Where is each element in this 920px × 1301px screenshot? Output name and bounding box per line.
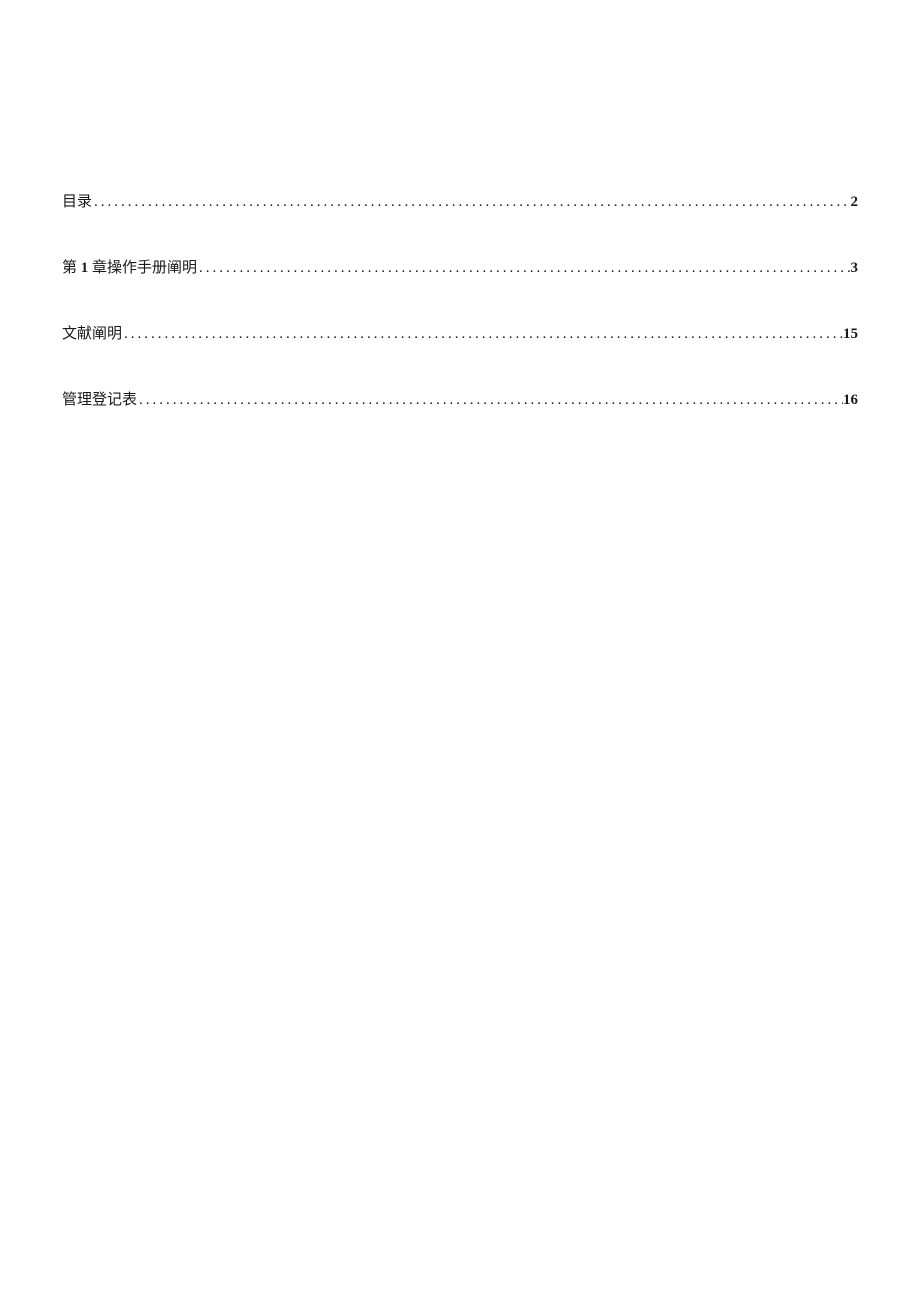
toc-entry: 目录 .....................................…	[62, 190, 858, 214]
document-page: 目录 .....................................…	[0, 0, 920, 412]
toc-title: 第 1 章操作手册阐明	[62, 256, 197, 280]
toc-page-number: 3	[851, 256, 859, 280]
toc-leader: ........................................…	[92, 190, 850, 214]
toc-entry: 管理登记表 ..................................…	[62, 388, 858, 412]
toc-entry: 第 1 章操作手册阐明 ............................…	[62, 256, 858, 280]
table-of-contents: 目录 .....................................…	[62, 190, 858, 412]
toc-page-number: 15	[843, 322, 858, 346]
toc-entry: 文献阐明 ...................................…	[62, 322, 858, 346]
toc-title: 文献阐明	[62, 322, 122, 346]
toc-page-number: 2	[851, 190, 859, 214]
toc-leader: ........................................…	[137, 388, 843, 412]
toc-title: 管理登记表	[62, 388, 137, 412]
toc-leader: ........................................…	[197, 256, 850, 280]
toc-leader: ........................................…	[122, 322, 843, 346]
toc-page-number: 16	[843, 388, 858, 412]
toc-title: 目录	[62, 190, 92, 214]
